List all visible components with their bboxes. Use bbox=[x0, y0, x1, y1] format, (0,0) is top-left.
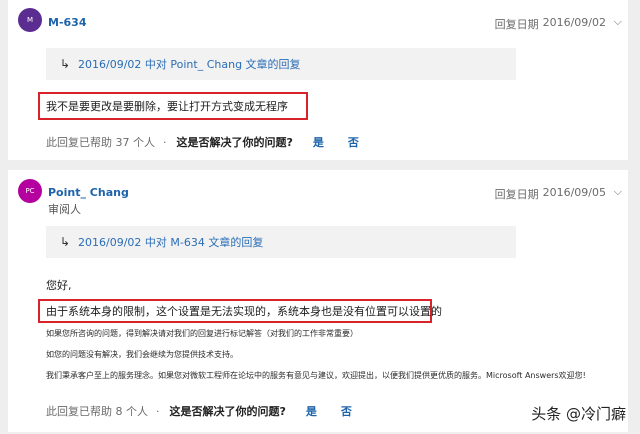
quote-link[interactable]: 2016/09/02 中对 Point_ Chang 文章的回复 bbox=[78, 56, 301, 72]
date-label: 回复日期 bbox=[494, 188, 539, 201]
chevron-down-icon[interactable]: ⌵ bbox=[614, 185, 622, 199]
chevron-down-icon[interactable]: ⌵ bbox=[614, 15, 622, 29]
helpful-count: 此回复已帮助 8 个人 bbox=[46, 405, 148, 418]
watermark: 头条 @冷门癖 bbox=[531, 405, 626, 423]
avatar[interactable]: PC bbox=[18, 179, 42, 203]
separator-dot: · bbox=[163, 135, 167, 149]
reply-arrow-icon: ↳ bbox=[59, 57, 71, 71]
note-text: 如您的问题没有解决，我们会继续为您提供技术支持。 bbox=[46, 350, 238, 359]
quoted-reply[interactable]: ↳ 2016/09/02 中对 M-634 文章的回复 bbox=[46, 226, 516, 258]
resolved-question: 这是否解决了你的问题? bbox=[176, 136, 293, 149]
author-name[interactable]: Point_ Chang bbox=[48, 186, 129, 199]
message-text: 由于系统本身的限制，这个设置是无法实现的，系统本身也是没有位置可以设置的 bbox=[46, 305, 442, 318]
author-role: 审阅人 bbox=[48, 203, 81, 216]
reply-date: 回复日期 2016/09/05 bbox=[495, 186, 606, 202]
note-text: 如果您所咨询的问题，得到解决请对我们的回复进行标记解答（对我们的工作非常重要） bbox=[46, 329, 358, 338]
author-name[interactable]: M-634 bbox=[48, 16, 86, 29]
quoted-reply[interactable]: ↳ 2016/09/02 中对 Point_ Chang 文章的回复 bbox=[46, 48, 516, 80]
helpful-count: 此回复已帮助 37 个人 bbox=[46, 136, 155, 149]
helpful-footer: 此回复已帮助 8 个人 · 这是否解决了你的问题? 是 否 bbox=[46, 403, 352, 419]
reply-message: 我不是要更改是要删除，要让打开方式变成无程序 bbox=[38, 92, 308, 120]
date-value: 2016/09/02 bbox=[542, 16, 606, 29]
avatar[interactable]: M bbox=[18, 8, 42, 32]
yes-button[interactable]: 是 bbox=[306, 403, 317, 419]
resolved-question: 这是否解决了你的问题? bbox=[169, 405, 286, 418]
no-button[interactable]: 否 bbox=[348, 134, 359, 150]
yes-button[interactable]: 是 bbox=[313, 134, 324, 150]
reply-card: M M-634 回复日期 2016/09/02 ⌵ ↳ 2016/09/02 中… bbox=[8, 0, 628, 160]
greeting-text: 您好, bbox=[46, 279, 72, 292]
reply-date: 回复日期 2016/09/02 bbox=[495, 16, 606, 32]
no-button[interactable]: 否 bbox=[341, 403, 352, 419]
reply-card: PC Point_ Chang 审阅人 回复日期 2016/09/05 ⌵ ↳ … bbox=[8, 170, 628, 432]
reply-message: 由于系统本身的限制，这个设置是无法实现的，系统本身也是没有位置可以设置的 bbox=[38, 299, 442, 323]
note-text: 我们秉承客户至上的服务理念。如果您对微软工程师在论坛中的服务有意见与建议，欢迎提… bbox=[46, 371, 586, 380]
helpful-footer: 此回复已帮助 37 个人 · 这是否解决了你的问题? 是 否 bbox=[46, 134, 359, 150]
message-text: 我不是要更改是要删除，要让打开方式变成无程序 bbox=[46, 100, 288, 113]
date-label: 回复日期 bbox=[494, 18, 539, 31]
reply-arrow-icon: ↳ bbox=[59, 235, 71, 249]
date-value: 2016/09/05 bbox=[542, 186, 606, 199]
separator-dot: · bbox=[156, 404, 160, 418]
quote-link[interactable]: 2016/09/02 中对 M-634 文章的回复 bbox=[78, 234, 263, 250]
